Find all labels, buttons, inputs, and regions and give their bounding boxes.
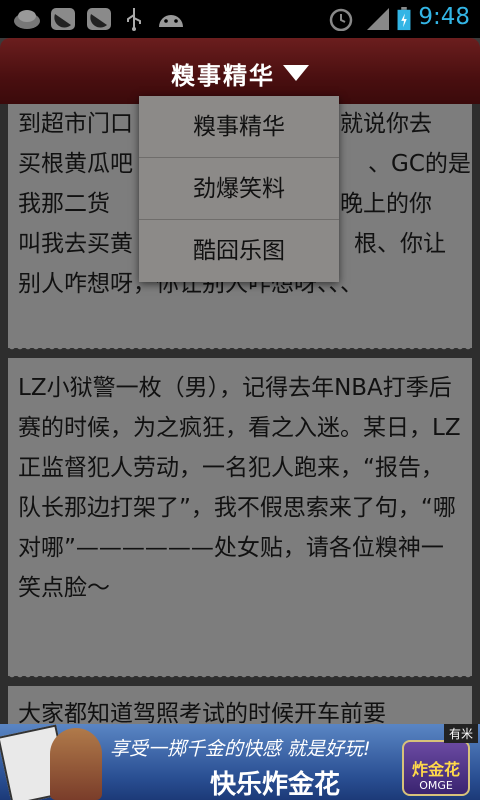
post-line: 我那二货 <box>18 191 110 217</box>
post-line: 买根黄瓜吧 <box>18 151 133 177</box>
menu-item-featured[interactable]: 糗事精华 <box>139 96 339 158</box>
post-line: 叫我去买黄 <box>18 231 133 257</box>
category-dropdown: 糗事精华 劲爆笑料 酷囧乐图 <box>139 96 339 282</box>
post-text: 大家都知道驾照考试的时候开车前要 <box>18 701 386 724</box>
post-line: 就说你去 <box>340 111 432 137</box>
ad-title: 快乐炸金花 <box>210 770 341 800</box>
clock: 9:48 <box>418 4 470 30</box>
ad-logo-text: 炸金花 <box>411 760 460 779</box>
header-bar: 糗事精华 <box>0 38 480 104</box>
post-line: 、GC的是 <box>368 151 471 177</box>
watermelon-icon <box>51 8 75 30</box>
post-text: LZ小狱警一枚（男），记得去年NBA打季后赛的时候，为之疯狂，看之入迷。某日，L… <box>18 375 461 601</box>
post-card[interactable]: LZ小狱警一枚（男），记得去年NBA打季后赛的时候，为之疯狂，看之入迷。某日，L… <box>8 358 472 680</box>
page-title: 糗事精华 <box>171 62 275 90</box>
menu-item-funny-pics[interactable]: 酷囧乐图 <box>139 220 339 282</box>
app-icon <box>14 10 40 29</box>
battery-icon <box>397 7 411 31</box>
ad-network-badge: 有米 <box>443 724 478 743</box>
menu-item-hot-jokes[interactable]: 劲爆笑料 <box>139 158 339 220</box>
usb-icon <box>127 8 141 31</box>
ad-logo: 炸金花 OMGE <box>402 740 470 796</box>
status-bar: 9:48 <box>0 0 480 38</box>
ad-banner[interactable]: 享受一掷千金的快感 就是好玩! 快乐炸金花 炸金花 OMGE 有米 <box>0 724 480 800</box>
post-line: 到超市门口 <box>18 111 133 137</box>
dropdown-arrow-icon <box>283 65 309 81</box>
post-card[interactable]: 大家都知道驾照考试的时候开车前要 <box>8 686 472 724</box>
ad-logo-sub: OMGE <box>419 779 453 792</box>
ad-model-image <box>50 728 102 800</box>
android-icon <box>159 15 183 27</box>
category-selector[interactable]: 糗事精华 <box>0 56 480 91</box>
signal-icon <box>367 8 389 30</box>
ad-tagline: 享受一掷千金的快感 就是好玩! <box>110 738 371 760</box>
post-line: 晚上的你 <box>340 191 432 217</box>
post-line: 根、你让 <box>354 231 446 257</box>
alarm-icon <box>329 8 353 31</box>
watermelon-icon <box>87 8 111 30</box>
